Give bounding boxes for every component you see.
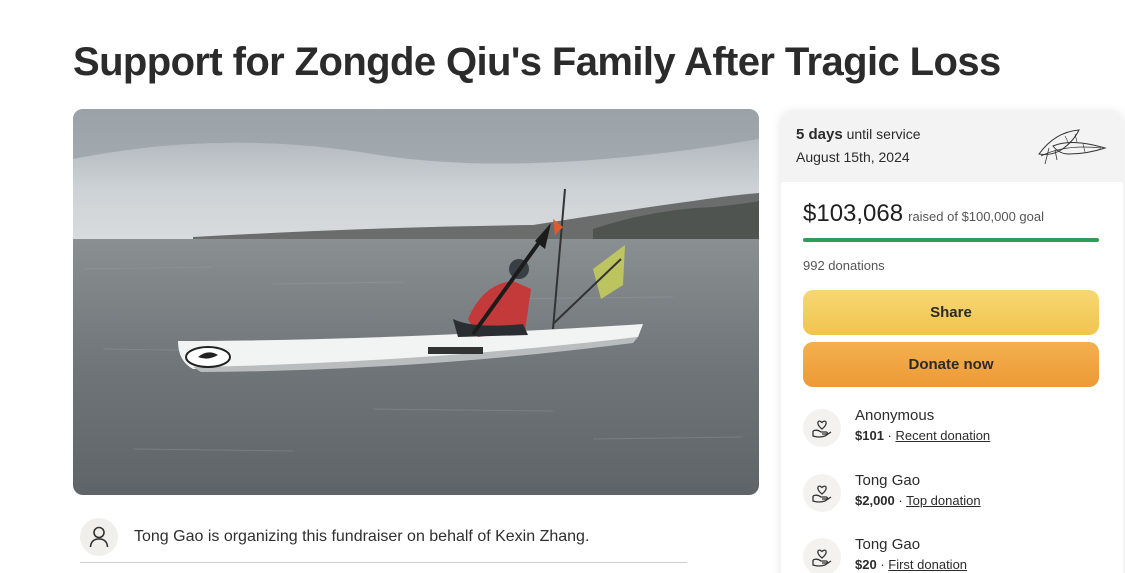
donor-separator: ·	[883, 428, 896, 443]
donate-now-button[interactable]: Donate now	[803, 342, 1099, 387]
raised-goal: raised of $100,000 goal	[908, 209, 1044, 224]
donation-count: 992 donations	[803, 258, 885, 273]
donor-amount: $20	[855, 557, 877, 572]
organizer-row: Tong Gao is organizing this fundraiser o…	[80, 510, 687, 564]
memorial-header: 5 days until service August 15th, 2024	[781, 110, 1123, 182]
countdown-days: 5 days	[796, 126, 843, 143]
progress-fill	[803, 238, 1099, 242]
donation-heart-hand-icon	[803, 473, 841, 512]
progress-bar	[803, 238, 1099, 242]
raised-amount: $103,068	[803, 200, 904, 227]
user-icon	[89, 526, 109, 548]
donor-amount: $2,000	[855, 492, 895, 508]
donor-separator: ·	[876, 557, 889, 572]
donor-name: Tong Gao	[855, 536, 921, 553]
donor-item: Tong Gao $20 · First donation	[803, 536, 1101, 573]
donor-name: Tong Gao	[855, 471, 921, 489]
share-button[interactable]: Share	[803, 290, 1099, 335]
donor-separator: ·	[894, 492, 907, 508]
hero-photo-kayak	[73, 109, 759, 495]
organizer-text: Tong Gao is organizing this fundraiser o…	[134, 528, 590, 545]
top-donation-link[interactable]: Top donation	[906, 493, 980, 508]
organizer-avatar	[80, 518, 118, 556]
memorial-leaf-icon	[1038, 129, 1107, 165]
donation-heart-hand-icon	[803, 538, 841, 573]
recent-donation-link[interactable]: Recent donation	[895, 428, 990, 443]
donation-card: 5 days until service August 15th, 2024 $…	[781, 110, 1123, 573]
donor-item: Tong Gao $2,000 · Top donation	[803, 472, 1101, 537]
donation-heart-hand-icon	[803, 409, 841, 447]
first-donation-link[interactable]: First donation	[888, 557, 967, 572]
donor-list: Anonymous $101 · Recent donation Tong Ga…	[803, 407, 1101, 573]
raised-summary: $103,068 raised of $100,000 goal	[803, 200, 1101, 228]
donor-name: Anonymous	[855, 407, 935, 424]
donor-amount: $101	[855, 428, 884, 443]
page-title: Support for Zongde Qiu's Family After Tr…	[73, 40, 1001, 84]
countdown-suffix: until service	[842, 126, 921, 142]
divider	[80, 562, 687, 563]
donor-item: Anonymous $101 · Recent donation	[803, 407, 1101, 472]
